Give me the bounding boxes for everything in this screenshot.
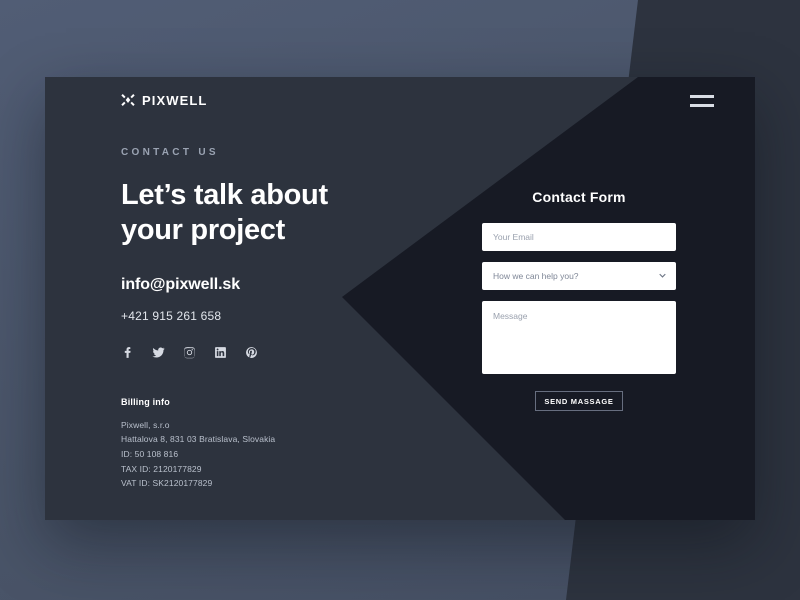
email-link[interactable]: info@pixwell.sk [121,276,421,294]
email-input-placeholder: Your Email [493,232,534,242]
section-eyebrow: CONTACT US [121,147,219,158]
facebook-icon[interactable] [121,346,134,359]
page-title: Let’s talk about your project [121,179,328,247]
instagram-icon[interactable] [183,346,196,359]
brand-name: PIXWELL [142,92,208,108]
billing-line-vat-id: VAT ID: SK2120177829 [121,478,213,489]
contact-form: Contact Form Your Email How we can help … [482,189,676,411]
pinterest-icon[interactable] [245,346,258,359]
billing-info-lines: Pixwell, s.r.o Hattalova 8, 831 03 Brati… [121,418,421,491]
message-textarea[interactable]: Message [482,301,676,374]
twitter-icon[interactable] [152,346,165,359]
contact-card: PIXWELL CONTACT US Let’s talk about your… [45,77,755,520]
billing-line-company: Pixwell, s.r.o [121,419,170,430]
billing-info-title: Billing info [121,396,170,407]
contact-form-title: Contact Form [532,189,626,205]
send-message-button[interactable]: SEND MASSAGE [535,391,623,411]
chevron-down-icon [659,272,666,279]
page-canvas: PIXWELL CONTACT US Let’s talk about your… [0,0,800,600]
billing-line-tax-id: TAX ID: 2120177829 [121,463,202,474]
social-links [121,346,421,359]
message-textarea-placeholder: Message [493,311,528,321]
hamburger-menu-icon[interactable] [690,95,714,107]
contact-info-column: CONTACT US Let’s talk about your project… [121,147,421,491]
brand-logo[interactable]: PIXWELL [121,93,207,107]
billing-line-id: ID: 50 108 816 [121,448,179,459]
email-input[interactable]: Your Email [482,223,676,251]
phone-link[interactable]: +421 915 261 658 [121,309,421,323]
linkedin-icon[interactable] [214,346,227,359]
x-burst-logo-icon [121,93,135,107]
billing-line-address: Hattalova 8, 831 03 Bratislava, Slovakia [121,434,276,445]
menu-line-bottom [690,104,714,107]
card-header: PIXWELL [45,77,755,132]
subject-select[interactable]: How we can help you? [482,262,676,290]
subject-select-value: How we can help you? [493,271,579,281]
menu-line-top [690,95,714,98]
